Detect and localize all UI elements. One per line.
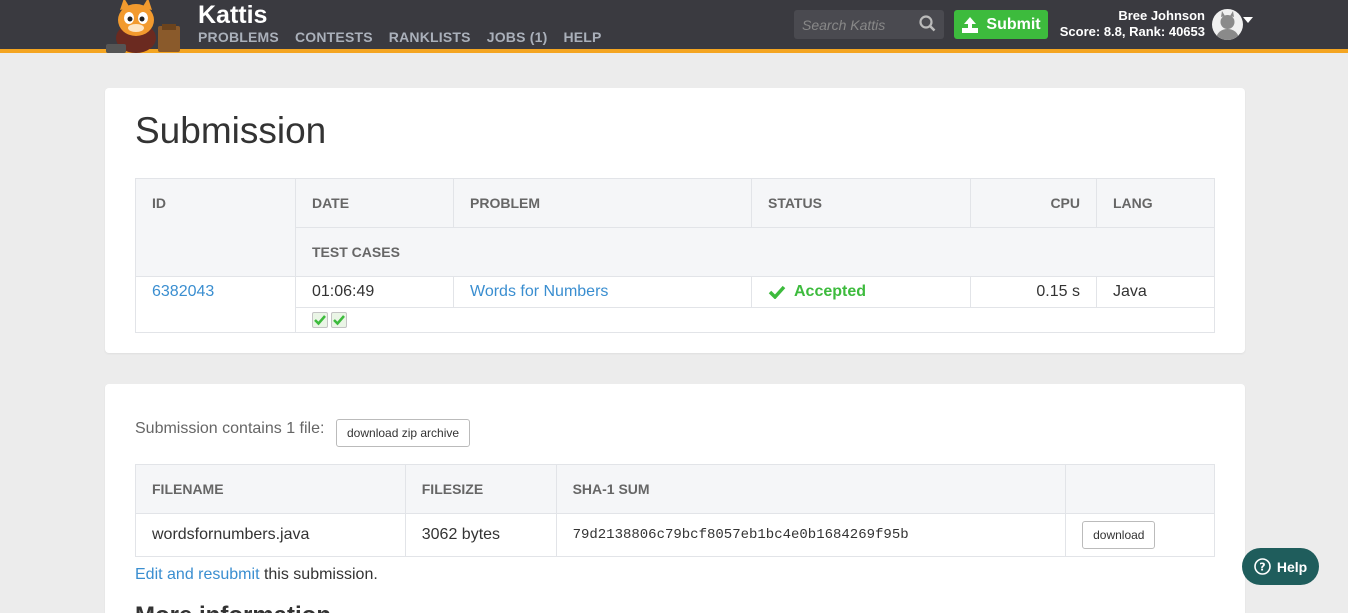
search-box — [794, 10, 944, 39]
page-title: Submission — [135, 110, 327, 151]
test-cases-cell — [295, 307, 1215, 333]
nav-problems[interactable]: PROBLEMS — [198, 29, 279, 45]
col-id: ID — [135, 178, 296, 277]
status-text: Accepted — [794, 283, 867, 300]
submit-label: Submit — [986, 15, 1041, 33]
nav-contests[interactable]: CONTESTS — [295, 29, 373, 45]
user-info[interactable]: Bree Johnson Score: 8.8, Rank: 40653 — [1060, 8, 1205, 40]
status-cell: Accepted — [751, 276, 971, 308]
col-date: DATE — [295, 178, 454, 228]
download-file-button[interactable]: download — [1082, 521, 1156, 549]
brand-name[interactable]: Kattis — [198, 1, 267, 30]
problem-cell: Words for Numbers — [453, 276, 752, 308]
status-badge: Accepted — [768, 283, 954, 301]
edit-resubmit-suffix: this submission. — [259, 566, 378, 583]
files-table: FILENAME FILESIZE SHA-1 SUM wordsfornumb… — [135, 464, 1215, 557]
col-sha1: SHA-1 SUM — [555, 464, 1067, 514]
file-count-note: Submission contains 1 file: — [135, 420, 325, 437]
help-widget-button[interactable]: ? Help — [1242, 548, 1319, 585]
col-actions — [1065, 464, 1215, 514]
filename-cell: wordsfornumbers.java — [135, 513, 406, 557]
col-filename: FILENAME — [135, 464, 406, 514]
nav-jobs[interactable]: JOBS (1) — [487, 29, 548, 45]
nav-ranklists[interactable]: RANKLISTS — [389, 29, 471, 45]
files-card: Submission contains 1 file: download zip… — [105, 384, 1245, 613]
download-zip-button[interactable]: download zip archive — [336, 419, 471, 447]
search-icon[interactable] — [919, 15, 936, 37]
search-input[interactable] — [794, 10, 912, 39]
lang-cell: Java — [1096, 276, 1215, 308]
nav-help[interactable]: HELP — [563, 29, 601, 45]
svg-text:?: ? — [1259, 561, 1265, 574]
col-problem: PROBLEM — [453, 178, 752, 228]
user-name: Bree Johnson — [1118, 8, 1205, 23]
col-cpu: CPU — [970, 178, 1097, 228]
check-icon — [768, 285, 786, 299]
avatar[interactable] — [1212, 9, 1243, 40]
submission-id-link[interactable]: 6382043 — [152, 283, 214, 300]
submission-id-cell: 6382043 — [135, 276, 296, 333]
question-circle-icon: ? — [1254, 558, 1271, 575]
user-stats: Score: 8.8, Rank: 40653 — [1059, 24, 1205, 39]
edit-resubmit-line: Edit and resubmit this submission. — [135, 566, 378, 584]
table-row: wordsfornumbers.java 3062 bytes 79d21388… — [135, 513, 1215, 557]
caret-down-icon[interactable] — [1243, 11, 1253, 29]
help-label: Help — [1276, 558, 1308, 575]
edit-resubmit-link[interactable]: Edit and resubmit — [135, 566, 260, 583]
actions-cell: download — [1065, 513, 1215, 557]
kattis-logo[interactable] — [106, 0, 186, 53]
top-navbar: Kattis PROBLEMS CONTESTS RANKLISTS JOBS … — [0, 0, 1348, 53]
col-test-cases: TEST CASES — [295, 227, 1215, 277]
sha1-cell: 79d2138806c79bcf8057eb1bc4e0b1684269f95b — [555, 513, 1067, 557]
col-status: STATUS — [751, 178, 971, 228]
date-cell: 01:06:49 — [295, 276, 454, 308]
more-information-heading: More information — [135, 602, 331, 613]
submit-button[interactable]: Submit — [954, 10, 1048, 39]
test-case-accepted-icon[interactable] — [331, 312, 347, 328]
col-lang: LANG — [1096, 178, 1215, 228]
upload-icon — [962, 16, 979, 33]
col-filesize: FILESIZE — [404, 464, 557, 514]
cpu-cell: 0.15 s — [970, 276, 1097, 308]
main-nav: PROBLEMS CONTESTS RANKLISTS JOBS (1) HEL… — [198, 29, 618, 45]
table-row: 6382043 01:06:49 Words for Numbers Accep… — [135, 276, 1215, 333]
submission-card: Submission ID DATE PROBLEM STATUS CPU LA… — [105, 88, 1245, 353]
filesize-cell: 3062 bytes — [404, 513, 557, 557]
submission-table: ID DATE PROBLEM STATUS CPU LANG TEST CAS… — [135, 178, 1215, 333]
problem-link[interactable]: Words for Numbers — [470, 283, 608, 300]
test-case-accepted-icon[interactable] — [312, 312, 328, 328]
